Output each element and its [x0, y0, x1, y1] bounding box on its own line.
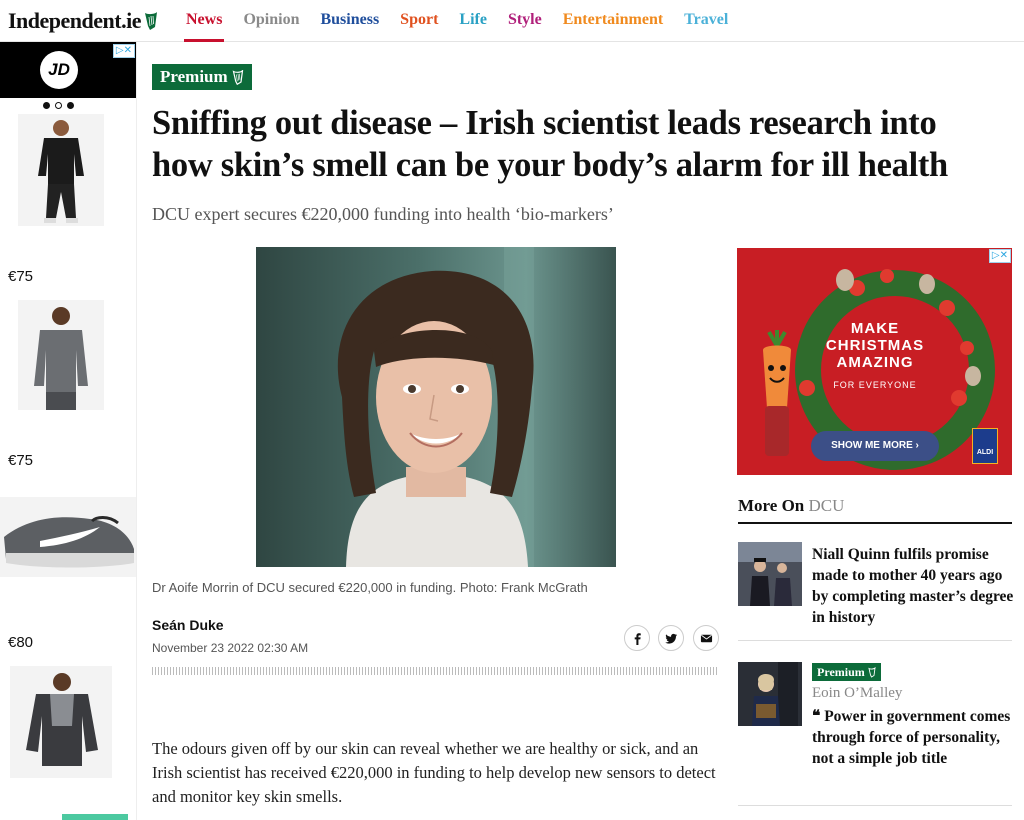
- ad-headline: MAKE CHRISTMAS AMAZING: [809, 320, 941, 371]
- article-body-paragraph: The odours given off by our skin can rev…: [152, 739, 716, 806]
- carousel-dot[interactable]: [67, 102, 74, 109]
- premium-badge: Premium: [152, 64, 252, 90]
- opinion-author[interactable]: Eoin O’Malley: [812, 685, 902, 702]
- list-divider: [738, 640, 1012, 641]
- main-nav: News Opinion Business Sport Life Style E…: [183, 10, 749, 42]
- more-on-prefix: More On: [738, 496, 805, 515]
- article-hero-image[interactable]: [256, 247, 616, 567]
- facebook-icon: [634, 632, 641, 645]
- premium-label: Premium: [817, 665, 865, 679]
- more-on-topic[interactable]: DCU: [809, 496, 845, 515]
- related-article-title-text: Power in government comes through force …: [812, 708, 1011, 767]
- chevron-right-icon: ›: [915, 440, 919, 451]
- nav-business[interactable]: Business: [320, 10, 379, 42]
- more-on-divider: [738, 522, 1012, 524]
- list-divider: [738, 805, 1012, 806]
- harp-icon: [232, 69, 243, 85]
- harp-icon: [144, 12, 157, 30]
- premium-label: Premium: [160, 67, 228, 86]
- more-on-heading: More On DCU: [738, 496, 844, 516]
- product-image[interactable]: [10, 666, 112, 778]
- product-price: €75: [8, 268, 34, 285]
- right-ad-banner[interactable]: MAKE CHRISTMAS AMAZING FOR EVERYONE SHOW…: [737, 248, 1012, 475]
- carousel-dot[interactable]: [55, 102, 62, 109]
- share-facebook-button[interactable]: [624, 625, 650, 651]
- ad-line-make: MAKE: [850, 320, 900, 337]
- product-image[interactable]: [18, 114, 104, 226]
- ad-cta-label: SHOW ME MORE: [831, 440, 913, 451]
- related-article-thumbnail[interactable]: [738, 542, 802, 606]
- ad-bottom-strip: [62, 814, 128, 820]
- left-ad-rail[interactable]: JD ▷✕ €75 €75 €80: [0, 42, 137, 820]
- nav-sport[interactable]: Sport: [400, 10, 438, 42]
- adchoices-icon[interactable]: ▷✕: [112, 44, 135, 58]
- ad-line-amazing: AMAZING: [836, 354, 914, 371]
- carousel-dots: [43, 102, 74, 109]
- adchoices-icon[interactable]: ▷✕: [988, 249, 1011, 263]
- quote-icon: ❝: [812, 708, 825, 725]
- ad-cta-button[interactable]: SHOW ME MORE ›: [811, 431, 939, 461]
- nav-opinion[interactable]: Opinion: [243, 10, 299, 42]
- nav-news[interactable]: News: [183, 10, 225, 42]
- publish-date: November 23 2022 02:30 AM: [152, 641, 309, 655]
- site-logo[interactable]: Independent.ie: [8, 8, 159, 34]
- carousel-dot[interactable]: [43, 102, 50, 109]
- related-article-title[interactable]: Niall Quinn fulfils promise made to moth…: [812, 544, 1017, 628]
- nav-life[interactable]: Life: [459, 10, 487, 42]
- article-standfirst: DCU expert secures €220,000 funding into…: [152, 204, 614, 224]
- top-bar: Independent.ie News Opinion Business Spo…: [0, 0, 1024, 42]
- jd-ad-header: JD ▷✕: [0, 42, 136, 98]
- harp-icon: [868, 666, 876, 678]
- nav-style[interactable]: Style: [508, 10, 542, 42]
- ad-line-christmas: CHRISTMAS: [825, 337, 925, 354]
- image-caption: Dr Aoife Morrin of DCU secured €220,000 …: [152, 580, 588, 595]
- author-name[interactable]: Seán Duke: [152, 617, 224, 633]
- site-logo-text: Independent.ie: [8, 8, 141, 33]
- jd-logo: JD: [40, 51, 78, 89]
- premium-badge: Premium: [812, 663, 881, 681]
- carrot-character: [763, 330, 791, 456]
- email-icon: [700, 634, 712, 642]
- product-image[interactable]: [18, 300, 104, 410]
- article-headline: Sniffing out disease – Irish scientist l…: [152, 104, 948, 184]
- related-article-thumbnail[interactable]: [738, 662, 802, 726]
- share-twitter-button[interactable]: [658, 625, 684, 651]
- product-price: €75: [8, 452, 34, 469]
- aldi-logo: ALDI: [972, 428, 998, 464]
- article-divider: [152, 667, 718, 675]
- related-article-title[interactable]: ❝ Power in government comes through forc…: [812, 706, 1017, 769]
- twitter-icon: [664, 633, 677, 644]
- ad-subline: FOR EVERYONE: [833, 380, 917, 390]
- share-email-button[interactable]: [693, 625, 719, 651]
- nav-entertainment[interactable]: Entertainment: [563, 10, 663, 42]
- nav-travel[interactable]: Travel: [684, 10, 728, 42]
- product-price: €80: [8, 634, 34, 651]
- product-image[interactable]: [0, 497, 136, 577]
